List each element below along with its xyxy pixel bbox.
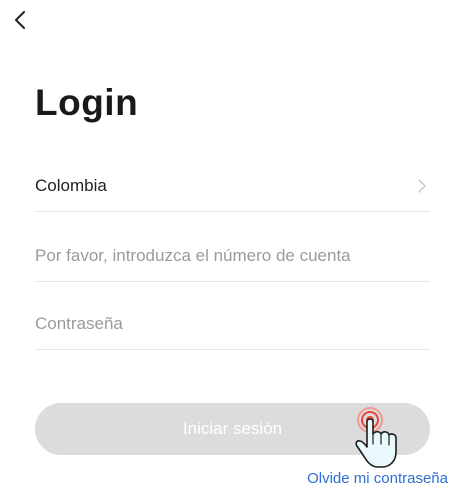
back-button[interactable]	[8, 8, 32, 32]
country-value: Colombia	[35, 175, 107, 195]
password-field-row	[35, 298, 430, 350]
account-number-input[interactable]	[35, 245, 430, 266]
page-title: Login	[35, 82, 139, 123]
password-input[interactable]	[35, 313, 430, 334]
account-field-row	[35, 230, 430, 282]
login-button[interactable]: Iniciar sesión	[35, 403, 430, 455]
chevron-left-icon	[15, 11, 25, 29]
forgot-password-link[interactable]: Olvide mi contraseña	[307, 470, 448, 487]
chevron-right-icon	[418, 178, 426, 193]
country-selector[interactable]: Colombia	[35, 160, 430, 212]
